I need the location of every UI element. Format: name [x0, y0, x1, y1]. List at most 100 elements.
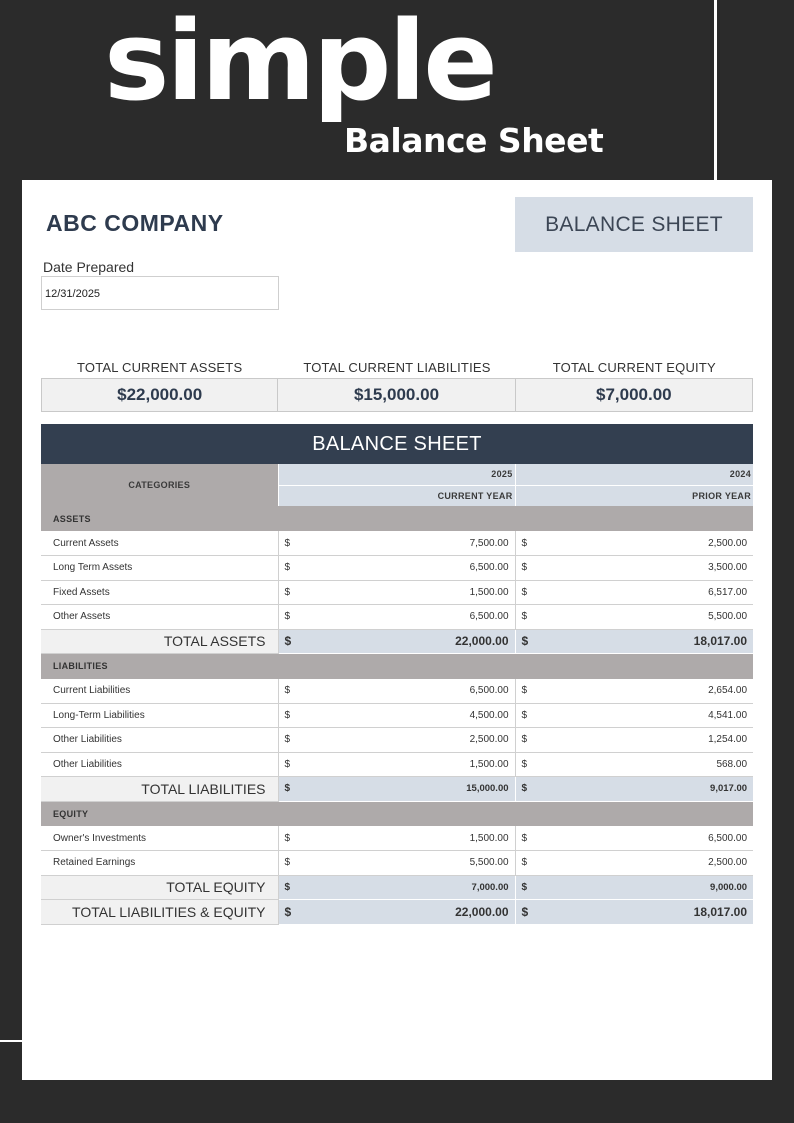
- total-prior-value: 9,017.00: [545, 776, 754, 802]
- row-label: Fixed Assets: [41, 580, 279, 605]
- total-label: TOTAL ASSETS: [41, 629, 279, 654]
- section-header: ASSETS: [41, 506, 754, 531]
- currency-symbol: $: [515, 727, 546, 753]
- prior-year-value[interactable]: 6,500.00: [545, 826, 754, 851]
- table-row: Current Assets $7,500.00 $2,500.00: [41, 531, 754, 556]
- currency-symbol: $: [278, 580, 308, 605]
- row-label: Other Liabilities: [41, 727, 279, 753]
- current-year-value[interactable]: 6,500.00: [308, 555, 516, 581]
- table-row: Long Term Assets $6,500.00 $3,500.00: [41, 555, 754, 581]
- hero-subtitle: Balance Sheet: [344, 121, 604, 160]
- summary-totals: TOTAL CURRENT ASSETS TOTAL CURRENT LIABI…: [41, 360, 753, 412]
- row-label: Other Liabilities: [41, 752, 279, 777]
- currency-symbol: $: [515, 826, 546, 851]
- table-row: Other Liabilities $2,500.00 $1,254.00: [41, 727, 754, 753]
- currency-symbol: $: [515, 629, 546, 654]
- prior-year-header: PRIOR YEAR: [514, 485, 754, 506]
- table-title: BALANCE SHEET: [41, 424, 753, 464]
- section-total-row: TOTAL LIABILITIES $15,000.00 $9,017.00: [41, 776, 754, 802]
- currency-symbol: $: [278, 604, 308, 630]
- currency-symbol: $: [278, 776, 308, 802]
- total-current-value: 7,000.00: [308, 875, 516, 900]
- document-page: ABC COMPANY BALANCE SHEET Date Prepared …: [22, 180, 772, 1080]
- currency-symbol: $: [278, 703, 308, 728]
- currency-symbol: $: [278, 875, 308, 900]
- currency-symbol: $: [515, 776, 546, 802]
- hero-title: simple: [104, 0, 498, 125]
- row-label: Long Term Assets: [41, 555, 279, 581]
- prior-year-value[interactable]: 1,254.00: [545, 727, 754, 753]
- currency-symbol: $: [515, 850, 546, 876]
- currency-symbol: $: [515, 678, 546, 704]
- prior-year-value[interactable]: 568.00: [545, 752, 754, 777]
- currency-symbol: $: [278, 850, 308, 876]
- section-header: EQUITY: [41, 801, 754, 826]
- row-label: Retained Earnings: [41, 850, 279, 876]
- table-row: Fixed Assets $1,500.00 $6,517.00: [41, 580, 754, 605]
- date-prepared-field[interactable]: 12/31/2025: [41, 276, 279, 310]
- currency-symbol: $: [515, 703, 546, 728]
- currency-symbol: $: [278, 899, 308, 925]
- current-year-value[interactable]: 4,500.00: [308, 703, 516, 728]
- section-title: EQUITY: [41, 801, 754, 826]
- section-total-row: TOTAL ASSETS $22,000.00 $18,017.00: [41, 629, 754, 654]
- table-row: Retained Earnings $5,500.00 $2,500.00: [41, 850, 754, 876]
- company-name: ABC COMPANY: [46, 210, 224, 236]
- currency-symbol: $: [515, 531, 546, 556]
- total-current-value: 15,000.00: [308, 776, 516, 802]
- section-title: LIABILITIES: [41, 653, 754, 679]
- row-label: Current Liabilities: [41, 678, 279, 704]
- total-current-value: 22,000.00: [308, 629, 516, 654]
- table-row: Long-Term Liabilities $4,500.00 $4,541.00: [41, 703, 754, 728]
- currency-symbol: $: [515, 580, 546, 605]
- currency-symbol: $: [278, 678, 308, 704]
- prior-year-value[interactable]: 2,500.00: [545, 850, 754, 876]
- prior-year-value[interactable]: 2,500.00: [545, 531, 754, 556]
- currency-symbol: $: [278, 629, 308, 654]
- document-title-badge: BALANCE SHEET: [515, 197, 753, 252]
- current-year-value[interactable]: 6,500.00: [308, 678, 516, 704]
- prior-year-value[interactable]: 2,654.00: [545, 678, 754, 704]
- currency-symbol: $: [278, 826, 308, 851]
- current-year-value[interactable]: 1,500.00: [308, 752, 516, 777]
- table-row: Other Assets $6,500.00 $5,500.00: [41, 604, 754, 630]
- currency-symbol: $: [515, 604, 546, 630]
- total-current-value: 22,000.00: [308, 899, 516, 925]
- decorative-line-vertical: [714, 0, 717, 180]
- section-total-row: TOTAL EQUITY $7,000.00 $9,000.00: [41, 875, 754, 900]
- current-year-value[interactable]: 1,500.00: [308, 826, 516, 851]
- year-current-header: 2025: [277, 464, 516, 486]
- table-row: Owner's Investments $1,500.00 $6,500.00: [41, 826, 754, 851]
- prior-year-value[interactable]: 5,500.00: [545, 604, 754, 630]
- prior-year-value[interactable]: 6,517.00: [545, 580, 754, 605]
- prior-year-value[interactable]: 3,500.00: [545, 555, 754, 581]
- current-year-value[interactable]: 6,500.00: [308, 604, 516, 630]
- current-year-value[interactable]: 5,500.00: [308, 850, 516, 876]
- current-year-value[interactable]: 1,500.00: [308, 580, 516, 605]
- table-row: Other Liabilities $1,500.00 $568.00: [41, 752, 754, 777]
- summary-label-assets: TOTAL CURRENT ASSETS: [76, 360, 243, 375]
- currency-symbol: $: [278, 531, 308, 556]
- currency-symbol: $: [515, 555, 546, 581]
- table-row: Current Liabilities $6,500.00 $2,654.00: [41, 678, 754, 704]
- currency-symbol: $: [278, 727, 308, 753]
- total-label: TOTAL LIABILITIES: [41, 776, 279, 802]
- current-year-header: CURRENT YEAR: [277, 485, 516, 506]
- currency-symbol: $: [278, 752, 308, 777]
- row-label: Other Assets: [41, 604, 279, 630]
- summary-value-equity: $7,000.00: [515, 378, 753, 412]
- prior-year-value[interactable]: 4,541.00: [545, 703, 754, 728]
- summary-label-equity: TOTAL CURRENT EQUITY: [552, 360, 716, 375]
- summary-label-liabilities: TOTAL CURRENT LIABILITIES: [303, 360, 491, 375]
- summary-value-liabilities: $15,000.00: [278, 378, 516, 412]
- section-header: LIABILITIES: [41, 653, 754, 679]
- currency-symbol: $: [515, 899, 546, 925]
- categories-header: CATEGORIES: [41, 464, 278, 506]
- current-year-value[interactable]: 2,500.00: [308, 727, 516, 753]
- grand-total-row: TOTAL LIABILITIES & EQUITY $22,000.00 $18,…: [41, 899, 754, 925]
- current-year-value[interactable]: 7,500.00: [308, 531, 516, 556]
- row-label: Long-Term Liabilities: [41, 703, 279, 728]
- total-prior-value: 18,017.00: [545, 629, 754, 654]
- summary-value-assets: $22,000.00: [41, 378, 279, 412]
- decorative-line-horizontal: [0, 1040, 22, 1042]
